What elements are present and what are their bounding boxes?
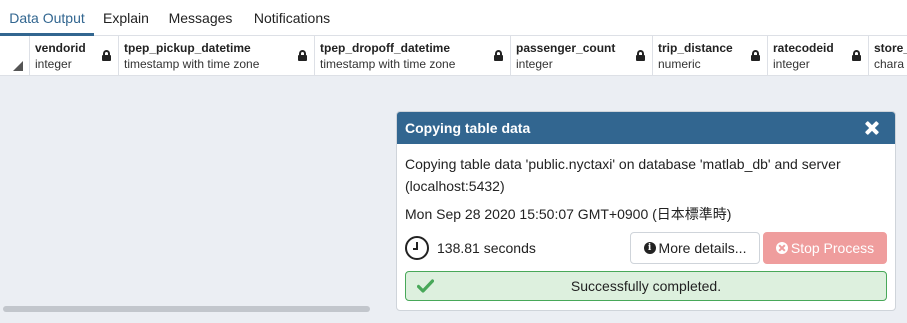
lock-icon bbox=[751, 50, 760, 61]
column-type: timestamp with time zone bbox=[320, 57, 456, 71]
scrollbar-thumb[interactable] bbox=[3, 306, 370, 312]
select-all-icon bbox=[13, 61, 23, 71]
column-header-ratecodeid[interactable]: ratecodeid integer bbox=[768, 36, 869, 75]
tab-explain[interactable]: Explain bbox=[103, 0, 149, 36]
column-header-vendorid[interactable]: vendorid integer bbox=[30, 36, 119, 75]
lock-icon bbox=[636, 50, 645, 61]
clock-icon bbox=[405, 236, 429, 260]
column-type: timestamp with time zone bbox=[124, 57, 260, 71]
tab-messages[interactable]: Messages bbox=[168, 0, 233, 36]
column-name: tpep_pickup_datetime bbox=[124, 41, 251, 55]
info-icon: i bbox=[643, 242, 656, 255]
column-header-trip-distance[interactable]: trip_distance numeric bbox=[653, 36, 768, 75]
success-status-bar: Successfully completed. bbox=[405, 271, 887, 301]
tab-label: Explain bbox=[103, 10, 149, 26]
tab-notifications[interactable]: Notifications bbox=[252, 0, 332, 36]
column-header-store[interactable]: store_ chara bbox=[869, 36, 907, 75]
dialog-timestamp: Mon Sep 28 2020 15:50:07 GMT+0900 (日本標準時… bbox=[405, 206, 732, 222]
column-type: integer bbox=[773, 57, 810, 71]
dialog-title: Copying table data bbox=[405, 120, 531, 136]
dialog-header: Copying table data bbox=[397, 112, 895, 144]
column-header-tpep-pickup-datetime[interactable]: tpep_pickup_datetime timestamp with time… bbox=[119, 36, 315, 75]
lock-icon bbox=[494, 50, 503, 61]
select-all-cell[interactable] bbox=[0, 36, 30, 75]
elapsed-duration: 138.81 seconds bbox=[437, 240, 536, 256]
tab-label: Messages bbox=[168, 10, 233, 26]
column-type: chara bbox=[874, 57, 905, 71]
copy-progress-dialog: Copying table data Copying table data 'p… bbox=[396, 111, 896, 311]
stop-icon bbox=[775, 242, 788, 255]
lock-icon bbox=[852, 50, 861, 61]
column-header-tpep-dropoff-datetime[interactable]: tpep_dropoff_datetime timestamp with tim… bbox=[315, 36, 511, 75]
tab-label: Data Output bbox=[9, 10, 85, 26]
results-tab-bar: Data Output Explain Messages Notificatio… bbox=[0, 0, 907, 36]
stop-process-label: Stop Process bbox=[790, 240, 875, 256]
column-name: trip_distance bbox=[658, 41, 733, 55]
column-name: tpep_dropoff_datetime bbox=[320, 41, 451, 55]
more-details-label: More details... bbox=[658, 240, 747, 256]
data-grid-header: vendorid integer tpep_pickup_datetime ti… bbox=[0, 36, 907, 76]
tab-label: Notifications bbox=[253, 10, 331, 26]
more-details-button[interactable]: i More details... bbox=[630, 232, 760, 264]
success-message: Successfully completed. bbox=[570, 278, 722, 294]
column-name: ratecodeid bbox=[773, 41, 834, 55]
lock-icon bbox=[102, 50, 111, 61]
column-type: integer bbox=[516, 57, 553, 71]
close-icon[interactable] bbox=[865, 121, 879, 135]
dialog-message: Copying table data 'public.nyctaxi' on d… bbox=[405, 156, 841, 194]
lock-icon bbox=[298, 50, 307, 61]
column-type: numeric bbox=[658, 57, 701, 71]
column-type: integer bbox=[35, 57, 72, 71]
column-name: passenger_count bbox=[516, 41, 616, 55]
column-name: store_ bbox=[874, 41, 907, 55]
tab-data-output[interactable]: Data Output bbox=[0, 0, 94, 36]
column-header-passenger-count[interactable]: passenger_count integer bbox=[511, 36, 653, 75]
column-name: vendorid bbox=[35, 41, 86, 55]
stop-process-button[interactable]: Stop Process bbox=[763, 232, 887, 264]
